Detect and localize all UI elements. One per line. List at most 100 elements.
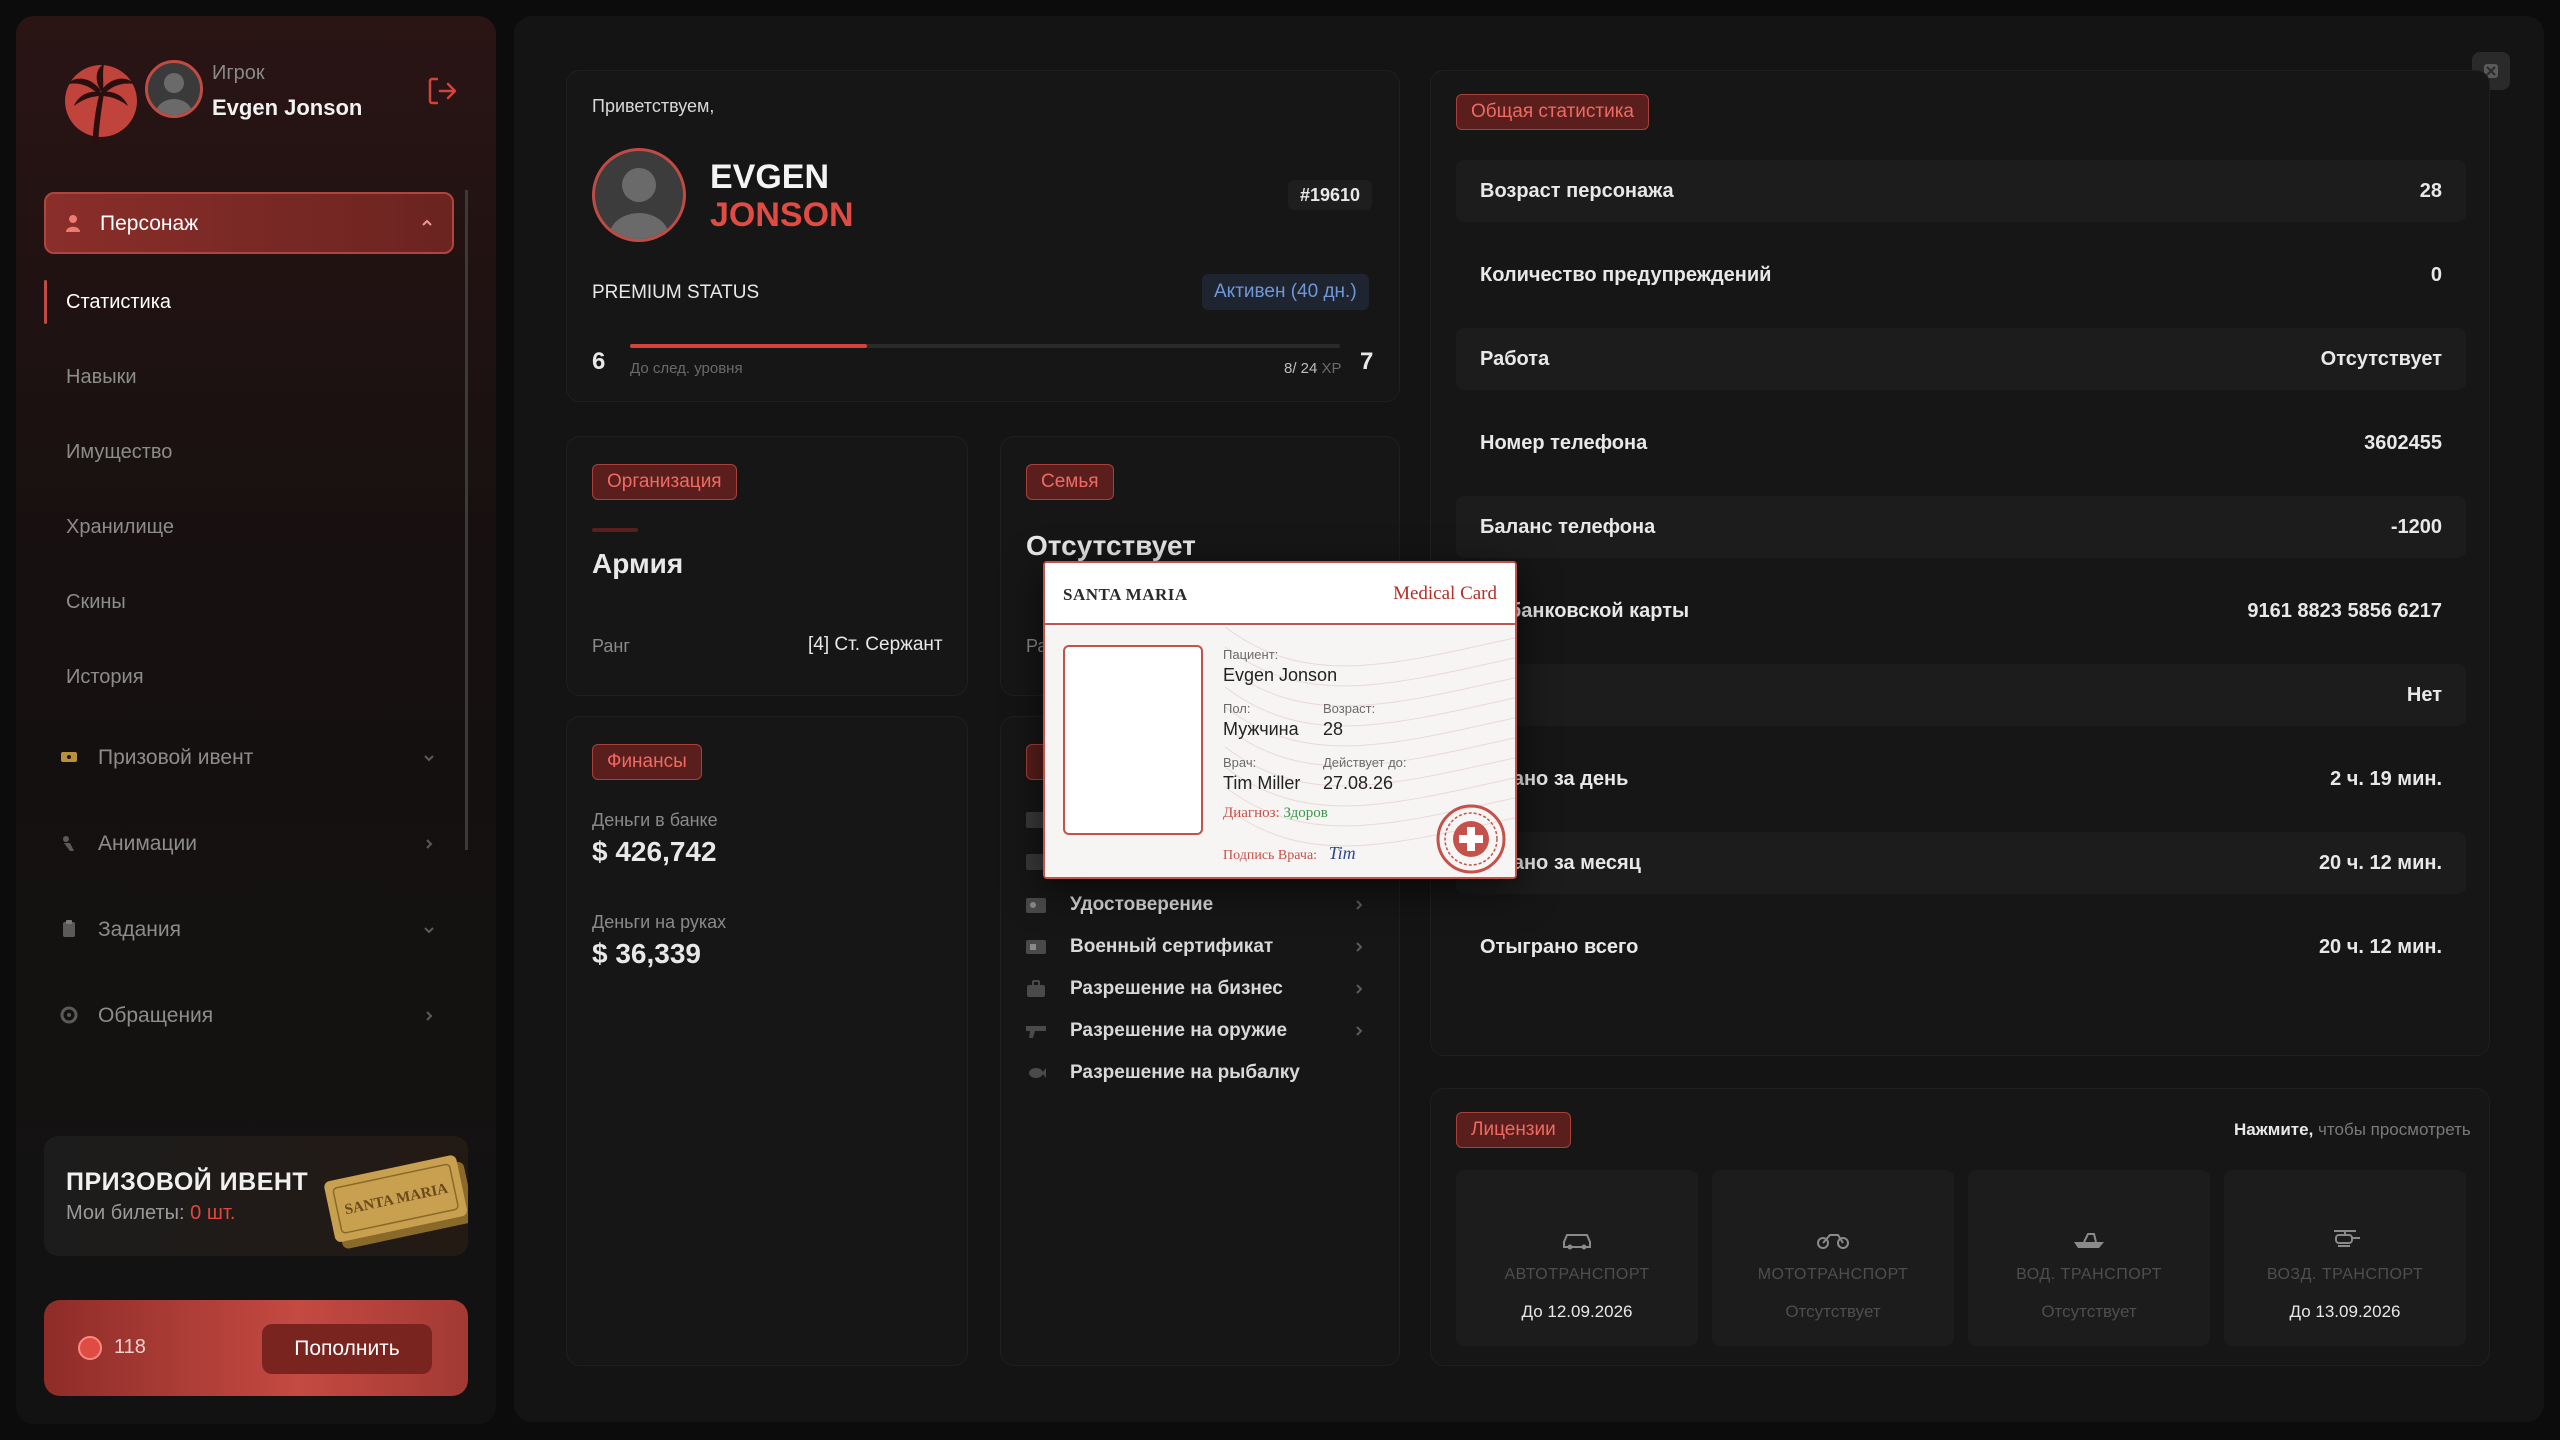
patient-value: Evgen Jonson — [1223, 665, 1338, 685]
license-moto[interactable]: МОТОТРАНСПОРТ Отсутствует — [1712, 1170, 1954, 1346]
scroll-thumb[interactable] — [465, 190, 468, 850]
helicopter-icon — [2334, 1230, 2360, 1247]
medical-seal-icon — [1436, 804, 1506, 874]
player-role: Игрок — [212, 62, 265, 84]
bank-label: Деньги в банке — [592, 810, 718, 830]
last-name: JONSON — [710, 196, 854, 234]
chevron-up-icon — [422, 219, 432, 226]
coin-balance: 118 — [114, 1336, 146, 1358]
gun-icon — [1026, 1026, 1046, 1038]
avatar[interactable] — [145, 60, 203, 118]
licenses-tag: Лицензии — [1456, 1112, 1571, 1148]
boat-icon — [2074, 1233, 2104, 1248]
stat-value: Нет — [2406, 684, 2442, 706]
license-status: До 13.09.2026 — [2289, 1302, 2401, 1321]
greeting: Приветствуем, — [592, 96, 715, 116]
sidebar-item-history[interactable]: История — [66, 666, 144, 689]
medical-card-popup[interactable]: SANTA MARIA Medical Card Пациент: Evgen … — [1043, 561, 1517, 879]
ticket-icon — [61, 752, 77, 762]
support-icon — [60, 1006, 78, 1024]
license-name: АВТОТРАНСПОРТ — [1504, 1266, 1650, 1283]
medical-card-body: Пациент: Evgen Jonson Пол: Мужчина Возра… — [1045, 627, 1515, 877]
sidebar-item-property[interactable]: Имущество — [66, 441, 172, 464]
sidebar-item-prize-event[interactable]: Призовой ивент — [44, 738, 444, 778]
finances-tag: Финансы — [592, 744, 702, 780]
active-indicator — [44, 280, 47, 324]
stat-value: 0 — [2430, 264, 2442, 286]
sidebar-item-stats[interactable]: Статистика — [66, 291, 171, 314]
user-silhouette-icon — [156, 73, 192, 115]
animation-icon — [63, 836, 74, 851]
document-military-cert[interactable]: Военный сертификат — [1026, 930, 1366, 966]
level-next: 7 — [1360, 348, 1374, 375]
sidebar-item-storage[interactable]: Хранилище — [66, 516, 174, 539]
license-boat[interactable]: ВОД. ТРАНСПОРТ Отсутствует — [1968, 1170, 2210, 1346]
valid-value: 27.08.26 — [1323, 773, 1394, 793]
organization-tag: Организация — [592, 464, 737, 500]
stat-value: 20 ч. 12 мин. — [2318, 852, 2442, 874]
sidebar-item-tasks[interactable]: Задания — [44, 910, 444, 950]
stat-value: Отсутствует — [2320, 348, 2442, 370]
prize-event-card[interactable]: ПРИЗОВОЙ ИВЕНТ Мои билеты: 0 шт. SANTA M… — [44, 1136, 468, 1256]
briefcase-icon — [1027, 980, 1045, 997]
menu-scrollbar[interactable] — [465, 190, 468, 850]
tickets-value: 0 шт. — [190, 1202, 236, 1224]
xp-text: 8/ 24 — [1284, 360, 1318, 377]
topup-button[interactable]: Пополнить — [262, 1324, 432, 1374]
medical-card-title: Medical Card — [1393, 583, 1497, 604]
xp-caption: До след. уровня — [630, 360, 743, 377]
patient-photo — [1063, 645, 1203, 835]
first-name: EVGEN — [710, 158, 830, 196]
medical-card-header: SANTA MARIA Medical Card — [1045, 563, 1515, 625]
chevron-down-icon — [424, 927, 434, 934]
xp-value: 8/ 24 XP — [1284, 360, 1342, 377]
document-id-card[interactable]: Удостоверение — [1026, 888, 1366, 924]
license-status: Отсутствует — [2041, 1302, 2137, 1321]
menu-group-character[interactable]: Персонаж — [44, 192, 454, 254]
document-label: Разрешение на рыбалку — [1070, 1062, 1300, 1083]
sex-label: Пол: — [1223, 701, 1251, 716]
sidebar-item-skins[interactable]: Скины — [66, 591, 126, 614]
menu-item-label: Призовой ивент — [98, 746, 254, 769]
stat-row: играно за день 2 ч. 19 мин. — [1456, 748, 2466, 810]
sidebar-item-animations[interactable]: Анимации — [44, 824, 444, 864]
license-name: ВОД. ТРАНСПОРТ — [2016, 1266, 2162, 1283]
stat-row: ер банковской карты 9161 8823 5856 6217 — [1456, 580, 2466, 642]
license-status: До 12.09.2026 — [1521, 1302, 1633, 1321]
stat-row: Работа Отсутствует — [1456, 328, 2466, 390]
stat-key: Отыграно всего — [1480, 936, 1639, 958]
chevron-right-icon — [1356, 984, 1363, 994]
stat-key: Работа — [1480, 348, 1550, 370]
diagnosis-label: Диагноз: — [1223, 805, 1280, 821]
stat-value: 2 ч. 19 мин. — [2330, 768, 2442, 790]
document-business-permit[interactable]: Разрешение на бизнес — [1026, 972, 1366, 1008]
patient-label: Пациент: — [1223, 647, 1279, 662]
cash-label: Деньги на руках — [592, 912, 727, 932]
player-name: Evgen Jonson — [212, 95, 363, 120]
stat-value: 28 — [2419, 180, 2442, 202]
stat-row: играно за месяц 20 ч. 12 мин. — [1456, 832, 2466, 894]
golden-ticket-icon: SANTA MARIA — [324, 1155, 468, 1249]
stat-row: кНет — [1456, 664, 2466, 726]
stat-row: Баланс телефона -1200 — [1456, 496, 2466, 558]
chevron-down-icon — [424, 755, 434, 762]
motorcycle-icon — [1817, 1234, 1849, 1249]
logout-icon[interactable] — [424, 73, 460, 109]
stat-key: Баланс телефона — [1480, 516, 1656, 538]
license-air[interactable]: ВОЗД. ТРАНСПОРТ До 13.09.2026 — [2224, 1170, 2466, 1346]
premium-label: PREMIUM STATUS — [592, 282, 760, 303]
sex-value: Мужчина — [1223, 719, 1299, 739]
family-tag: Семья — [1026, 464, 1114, 500]
user-icon — [66, 215, 80, 232]
sidebar-item-support[interactable]: Обращения — [44, 996, 444, 1036]
military-cert-icon — [1026, 940, 1046, 954]
license-car[interactable]: АВТОТРАНСПОРТ До 12.09.2026 — [1456, 1170, 1698, 1346]
sidebar-item-skills[interactable]: Навыки — [66, 366, 137, 389]
stats-tag: Общая статистика — [1456, 94, 1649, 130]
stat-value: -1200 — [2390, 516, 2442, 538]
document-icon — [1026, 854, 1044, 870]
document-weapon-permit[interactable]: Разрешение на оружие — [1026, 1014, 1366, 1050]
document-fishing-permit[interactable]: Разрешение на рыбалку — [1026, 1056, 1366, 1092]
chevron-right-icon — [426, 839, 433, 849]
license-status: Отсутствует — [1785, 1302, 1881, 1321]
